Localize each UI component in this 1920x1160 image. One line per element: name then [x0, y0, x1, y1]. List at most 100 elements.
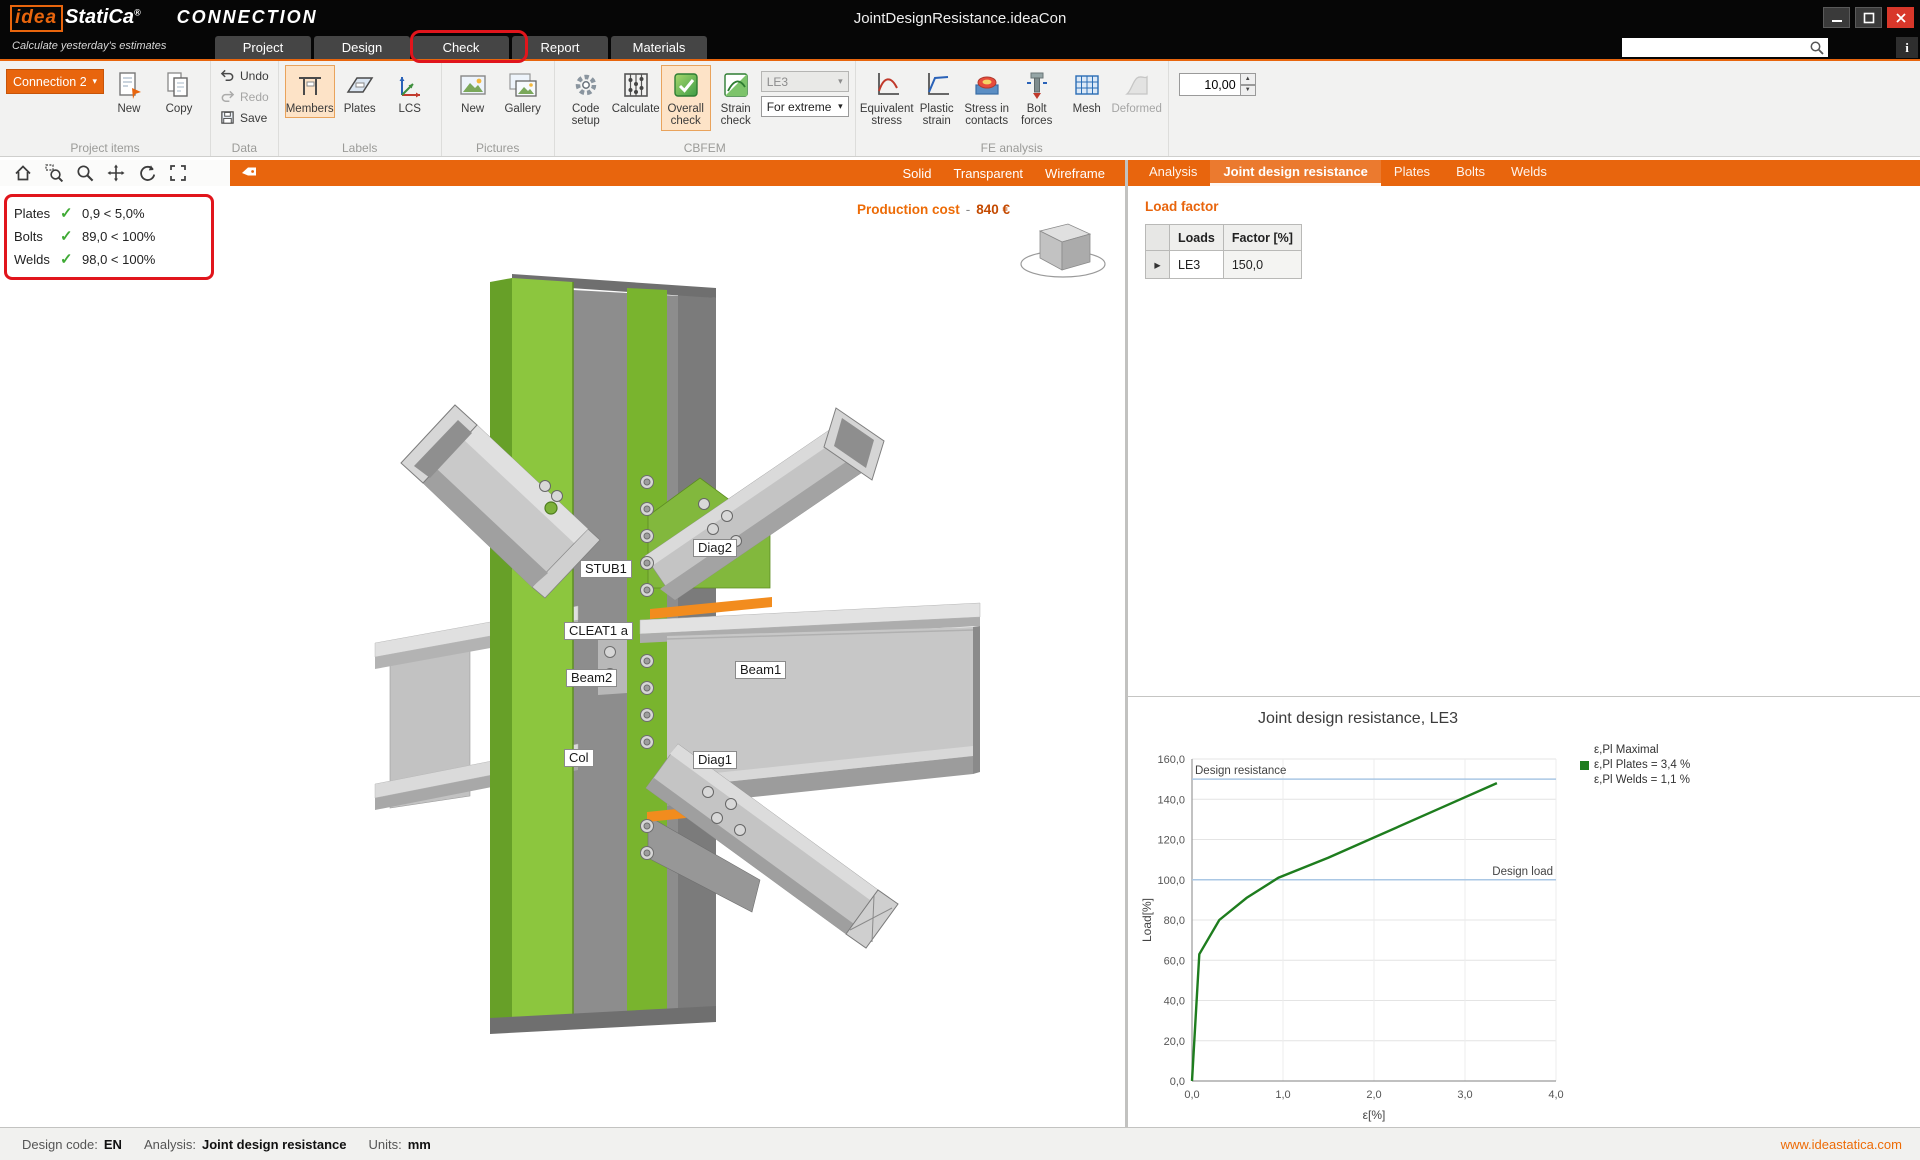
save-button[interactable]: Save — [217, 109, 272, 126]
scale-input[interactable] — [1179, 73, 1241, 96]
check-passed-icon: ✓ — [60, 227, 82, 245]
search-box — [1622, 38, 1828, 57]
redo-button[interactable]: Redo — [217, 88, 272, 105]
statica-logo: StatiCa® — [65, 6, 141, 29]
minimize-button[interactable] — [1823, 7, 1850, 28]
check-summary-plates: Plates ✓ 0,9 < 5,0% — [14, 204, 155, 222]
extreme-select[interactable]: For extreme ▾ — [761, 96, 849, 117]
plastic-strain-button[interactable]: Plastic strain — [912, 65, 962, 131]
labels-toggle-button[interactable] — [236, 161, 262, 185]
member-label-stub1[interactable]: STUB1 — [580, 560, 632, 578]
ribbon-group-labels: Members Plates LCS Labels — [279, 61, 442, 156]
equivalent-stress-button[interactable]: Equivalent stress — [862, 65, 912, 131]
spin-down-button[interactable]: ▼ — [1241, 85, 1256, 97]
production-cost: Production cost - 840 € — [857, 202, 1010, 217]
svg-text:ε[%]: ε[%] — [1363, 1108, 1386, 1122]
view-mode-transparent[interactable]: Transparent — [953, 166, 1023, 181]
undo-button[interactable]: Undo — [217, 67, 272, 84]
zoom-fit-icon — [168, 163, 188, 183]
chevron-down-icon: ▾ — [838, 76, 843, 87]
home-view-button[interactable] — [10, 161, 36, 185]
calculate-button[interactable]: Calculate — [611, 65, 661, 118]
members-label-icon — [294, 69, 326, 101]
spin-up-button[interactable]: ▲ — [1241, 73, 1256, 85]
zoom-fit-button[interactable] — [165, 161, 191, 185]
zoom-window-button[interactable] — [41, 161, 67, 185]
picture-gallery-button[interactable]: Gallery — [498, 65, 548, 118]
results-tab-analysis[interactable]: Analysis — [1136, 160, 1210, 186]
check-summary-welds: Welds ✓ 98,0 < 100% — [14, 250, 155, 268]
tab-report[interactable]: Report — [512, 36, 608, 59]
svg-text:2,0: 2,0 — [1366, 1089, 1381, 1101]
deformed-button[interactable]: Deformed — [1112, 65, 1162, 118]
view-mode-wireframe[interactable]: Wireframe — [1045, 166, 1105, 181]
picture-new-button[interactable]: New — [448, 65, 498, 118]
zoom-button[interactable] — [72, 161, 98, 185]
search-input[interactable] — [1622, 41, 1809, 55]
member-label-beam1[interactable]: Beam1 — [735, 661, 786, 679]
calculate-icon — [620, 69, 652, 101]
view-mode-solid[interactable]: Solid — [903, 166, 932, 181]
factor-cell[interactable]: 150,0 — [1223, 251, 1301, 279]
row-selector-icon[interactable]: ▸ — [1146, 251, 1170, 279]
info-button[interactable]: i — [1896, 37, 1918, 58]
pan-button[interactable] — [103, 161, 129, 185]
load-factor-heading: Load factor — [1145, 199, 1219, 214]
member-label-col[interactable]: Col — [564, 749, 594, 767]
copy-connection-button[interactable]: Copy — [154, 65, 204, 118]
website-link[interactable]: www.ideastatica.com — [1781, 1137, 1902, 1152]
load-effect-select[interactable]: LE3 ▾ — [761, 71, 849, 92]
code-setup-icon — [570, 69, 602, 101]
bolt-forces-button[interactable]: Bolt forces — [1012, 65, 1062, 131]
check-passed-icon: ✓ — [60, 204, 82, 222]
member-label-cleat1a[interactable]: CLEAT1 a — [564, 622, 633, 640]
app-logo: idea StatiCa® CONNECTION — [10, 5, 318, 32]
svg-text:140,0: 140,0 — [1157, 794, 1185, 806]
results-tab-bolts[interactable]: Bolts — [1443, 160, 1498, 186]
results-tab-joint-design-resistance[interactable]: Joint design resistance — [1210, 160, 1381, 186]
new-connection-button[interactable]: New — [104, 65, 154, 118]
new-document-icon — [113, 69, 145, 101]
viewport-toolbar-orange: Solid Transparent Wireframe — [230, 160, 1125, 186]
table-row[interactable]: ▸ LE3 150,0 — [1146, 251, 1302, 279]
factor-column-header: Factor [%] — [1223, 225, 1301, 251]
code-setup-button[interactable]: Code setup — [561, 65, 611, 131]
labels-plates-toggle[interactable]: Plates — [335, 65, 385, 118]
legend-marker-icon — [1580, 761, 1589, 770]
labels-icon — [239, 163, 259, 183]
pan-icon — [106, 163, 126, 183]
rotate-view-button[interactable] — [134, 161, 160, 185]
overall-check-button[interactable]: Overall check — [661, 65, 711, 131]
brand-tagline: Calculate yesterday's estimates — [12, 40, 166, 52]
connection-selector[interactable]: Connection 2 ▾ — [6, 69, 104, 94]
main-navigation: Project Design Check Report Materials — [215, 36, 707, 59]
ribbon-group-fe-analysis: Equivalent stress Plastic strain Stress … — [856, 61, 1169, 156]
labels-members-toggle[interactable]: Members — [285, 65, 335, 118]
scale-spinner: ▲ ▼ — [1179, 73, 1256, 96]
strain-check-button[interactable]: Strain check — [711, 65, 761, 131]
plastic-strain-icon — [921, 69, 953, 101]
tab-design[interactable]: Design — [314, 36, 410, 59]
member-label-diag1[interactable]: Diag1 — [693, 751, 737, 769]
results-tab-plates[interactable]: Plates — [1381, 160, 1443, 186]
member-label-beam2[interactable]: Beam2 — [566, 669, 617, 687]
stress-in-contacts-button[interactable]: Stress in contacts — [962, 65, 1012, 131]
labels-lcs-toggle[interactable]: LCS — [385, 65, 435, 118]
tab-materials[interactable]: Materials — [611, 36, 707, 59]
tab-check[interactable]: Check — [413, 36, 509, 59]
loads-cell[interactable]: LE3 — [1170, 251, 1224, 279]
mesh-button[interactable]: Mesh — [1062, 65, 1112, 118]
load-factor-panel: Load factor Loads Factor [%] ▸ LE3 150,0 — [1128, 186, 1920, 697]
close-button[interactable] — [1887, 7, 1914, 28]
chart-title: Joint design resistance, LE3 — [1128, 710, 1588, 728]
svg-text:100,0: 100,0 — [1157, 875, 1185, 887]
legend-item: ε,Pl Maximal — [1580, 744, 1690, 756]
search-icon[interactable] — [1809, 40, 1825, 56]
tab-project[interactable]: Project — [215, 36, 311, 59]
navigation-cube[interactable] — [1021, 224, 1105, 277]
member-label-diag2[interactable]: Diag2 — [693, 539, 737, 557]
maximize-button[interactable] — [1855, 7, 1882, 28]
viewport-3d[interactable]: STUB1 Diag2 CLEAT1 a Beam2 Beam1 Col Dia… — [0, 186, 1125, 1127]
selector-column-header — [1146, 225, 1170, 251]
results-tab-welds[interactable]: Welds — [1498, 160, 1560, 186]
